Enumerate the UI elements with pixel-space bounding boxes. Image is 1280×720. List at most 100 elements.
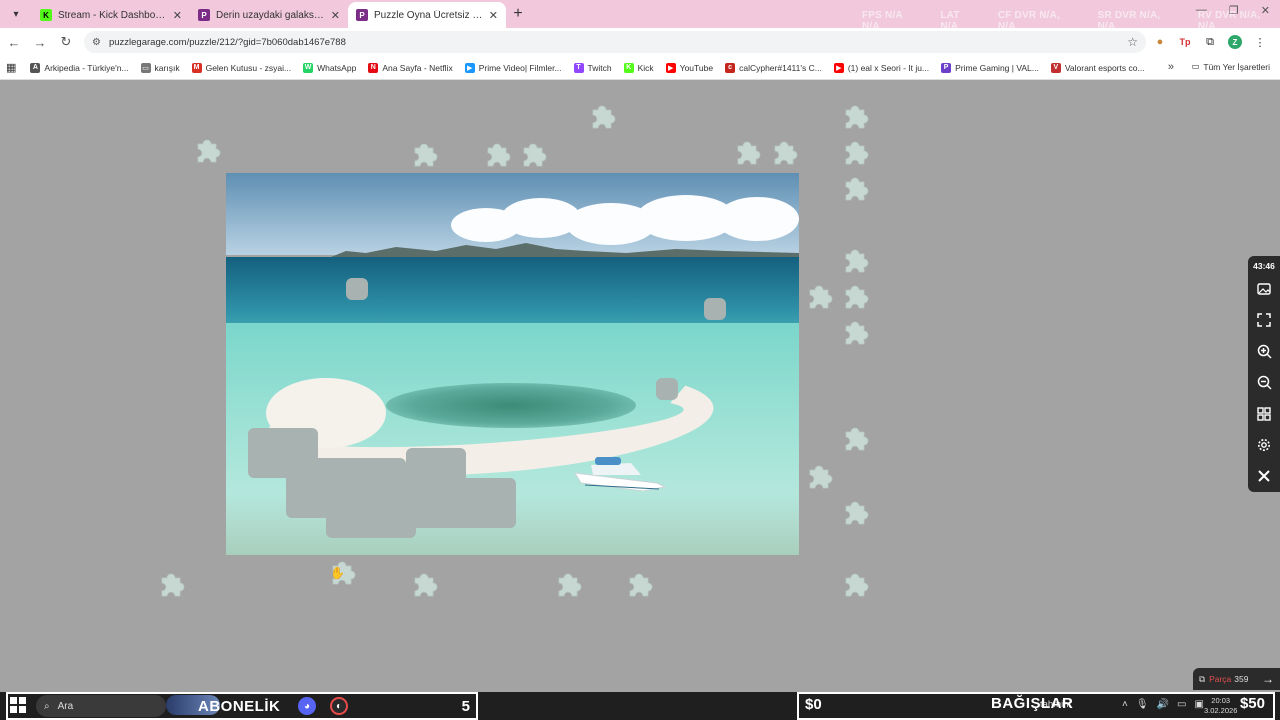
bookmark-label: Ana Sayfa - Netflix — [382, 62, 453, 73]
extensions-puzzle-icon[interactable]: ⧉ — [1199, 31, 1221, 53]
bookmark-item[interactable]: ▭ karışık — [140, 62, 180, 73]
bookmark-label: WhatsApp — [317, 62, 357, 73]
puzzle-board[interactable] — [226, 173, 799, 555]
bookmark-item[interactable]: ▶ Prime Video| Filmler... — [464, 62, 562, 73]
extension-tp-icon[interactable]: Tp — [1174, 31, 1196, 53]
bookmark-item[interactable]: V Valorant esports co... — [1050, 62, 1145, 73]
loose-puzzle-piece[interactable] — [802, 282, 836, 316]
loose-puzzle-piece[interactable] — [516, 140, 550, 174]
address-bar[interactable]: ⚙ puzzlegarage.com/puzzle/212/?gid=7b060… — [84, 31, 1146, 53]
bookmark-item[interactable]: N Ana Sayfa - Netflix — [368, 62, 453, 73]
url-text[interactable]: puzzlegarage.com/puzzle/212/?gid=7b060da… — [109, 37, 1127, 48]
bookmark-item[interactable]: ▶ (1) eal x Seori - It ju... — [833, 62, 929, 73]
reload-icon[interactable]: ↻ — [54, 30, 78, 54]
extension-cookie-icon[interactable]: ● — [1149, 31, 1171, 53]
restore-icon[interactable]: ❐ — [1229, 4, 1239, 17]
loose-puzzle-piece[interactable] — [838, 174, 872, 208]
tab-kick-dashboard[interactable]: K Stream - Kick Dashboard ✕ — [32, 2, 190, 28]
bookmark-label: calCypher#1411's C... — [739, 62, 822, 73]
loose-puzzle-piece[interactable] — [802, 462, 836, 496]
bookmark-item[interactable]: ▶ YouTube — [665, 62, 714, 73]
bookmark-star-icon[interactable]: ☆ — [1127, 35, 1138, 49]
site-info-icon[interactable]: ⚙ — [92, 37, 101, 48]
bookmark-item[interactable]: W WhatsApp — [303, 62, 357, 73]
piece-counter-label: Parça — [1209, 674, 1232, 684]
close-icon[interactable]: ✕ — [489, 9, 498, 22]
preview-image-icon[interactable] — [1250, 274, 1278, 305]
tab-puzzle-play[interactable]: P Puzzle Oyna Ücretsiz – Yetişkin ✕ — [348, 2, 506, 28]
tab-title: Derin uzaydaki galaksiler Puzzle — [216, 9, 325, 21]
bookmark-item[interactable]: T Twitch — [573, 62, 612, 73]
bookmark-label: Twitch — [587, 62, 612, 73]
arrow-right-icon[interactable]: → — [1262, 672, 1274, 686]
bookmark-favicon-icon: T — [573, 62, 584, 73]
loose-puzzle-piece[interactable] — [838, 318, 872, 352]
puzzle-image-boat — [574, 457, 666, 491]
loose-puzzle-piece[interactable] — [190, 136, 224, 170]
loose-puzzle-piece[interactable] — [838, 102, 872, 136]
bookmark-favicon-icon: K — [623, 62, 634, 73]
loose-puzzle-piece[interactable] — [407, 140, 441, 174]
bookmark-label: Kick — [637, 62, 654, 73]
loose-puzzle-piece[interactable] — [622, 570, 656, 604]
loose-puzzle-piece[interactable] — [838, 424, 872, 458]
loose-puzzle-piece[interactable] — [551, 570, 585, 604]
bookmark-favicon-icon: ▭ — [140, 62, 151, 73]
all-bookmarks-folder[interactable]: ▭ Tüm Yer İşaretleri — [1191, 61, 1270, 72]
close-icon[interactable]: ✕ — [331, 9, 340, 22]
all-bookmarks-label: Tüm Yer İşaretleri — [1203, 61, 1270, 72]
bookmark-favicon-icon: W — [303, 62, 314, 73]
close-icon[interactable]: ✕ — [173, 9, 182, 22]
loose-puzzle-piece[interactable] — [838, 282, 872, 316]
zoom-out-icon[interactable] — [1250, 367, 1278, 398]
bookmark-label: Gelen Kutusu - zsyai... — [205, 62, 292, 73]
zoom-in-icon[interactable] — [1250, 336, 1278, 367]
browser-toolbar: ← → ↻ ⚙ puzzlegarage.com/puzzle/212/?gid… — [0, 28, 1280, 56]
bookmark-label: karışık — [154, 62, 180, 73]
subscriber-count: 5 — [461, 697, 470, 715]
fullscreen-icon[interactable] — [1250, 305, 1278, 336]
bookmark-item[interactable]: A Arkipedia - Türkiye'n... — [30, 62, 129, 73]
loose-puzzle-piece[interactable] — [730, 138, 764, 172]
more-bookmarks-icon[interactable]: » — [1168, 61, 1174, 73]
tab-search-icon[interactable]: ▾ — [4, 2, 28, 26]
bookmark-favicon-icon: N — [368, 62, 379, 73]
puzzle-canvas[interactable]: ✋ — [0, 80, 1280, 692]
bookmarks-bar: ▦ A Arkipedia - Türkiye'n... ▭ karışık M Gele… — [0, 56, 1280, 80]
loose-puzzle-piece[interactable] — [585, 102, 619, 136]
bookmark-item[interactable]: c calCypher#1411's C... — [725, 62, 822, 73]
bookmark-label: YouTube — [679, 62, 714, 73]
settings-gear-icon[interactable] — [1250, 430, 1278, 461]
loose-puzzle-piece[interactable] — [480, 140, 514, 174]
loose-puzzle-piece[interactable] — [838, 246, 872, 280]
tab-galaxy-puzzle[interactable]: P Derin uzaydaki galaksiler Puzzle ✕ — [190, 2, 348, 28]
apps-grid-icon[interactable]: ▦ — [6, 61, 16, 74]
loose-puzzle-piece[interactable] — [838, 570, 872, 604]
loose-puzzle-piece[interactable] — [407, 570, 441, 604]
subscriber-label: ABONELİK — [198, 697, 281, 715]
new-tab-button[interactable]: + — [506, 2, 530, 26]
loose-puzzle-piece[interactable] — [838, 138, 872, 172]
bookmark-item[interactable]: K Kick — [623, 62, 654, 73]
close-window-icon[interactable]: ✕ — [1261, 4, 1270, 17]
window-controls: — ❐ ✕ — [1196, 4, 1270, 17]
bookmark-label: Prime Gaming | VAL... — [955, 62, 1039, 73]
piece-counter-value: 359 — [1234, 674, 1249, 684]
arrange-pieces-icon[interactable] — [1250, 398, 1278, 429]
bookmark-favicon-icon: ▶ — [464, 62, 475, 73]
close-icon[interactable] — [1250, 461, 1278, 492]
minimize-icon[interactable]: — — [1196, 4, 1207, 17]
loose-puzzle-piece[interactable] — [154, 570, 188, 604]
profile-avatar[interactable]: Z — [1224, 31, 1246, 53]
back-icon[interactable]: ← — [2, 30, 26, 54]
bookmark-item[interactable]: P Prime Gaming | VAL... — [941, 62, 1039, 73]
hand-cursor-icon: ✋ — [330, 566, 345, 580]
menu-icon[interactable]: ⋮ — [1249, 31, 1271, 53]
donation-overlay: $0 BAĞIŞLAR $50 — [797, 692, 1275, 720]
puzzle-piece-icon: ⧉ — [1199, 673, 1206, 684]
loose-puzzle-piece[interactable] — [767, 138, 801, 172]
loose-puzzle-piece[interactable] — [838, 498, 872, 532]
kick-icon: K — [40, 9, 52, 21]
bookmark-item[interactable]: M Gelen Kutusu - zsyai... — [191, 62, 292, 73]
forward-icon[interactable]: → — [28, 30, 52, 54]
